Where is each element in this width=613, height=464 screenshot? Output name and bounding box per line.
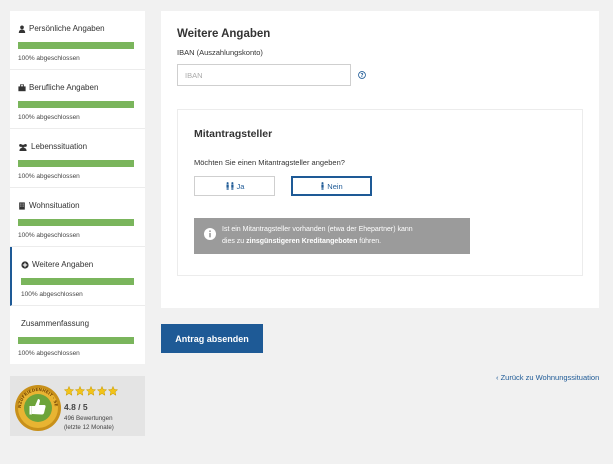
progress-bar <box>18 160 134 167</box>
briefcase-icon <box>18 83 26 91</box>
step-persoenliche-angaben[interactable]: Persönliche Angaben 100% abgeschlossen <box>10 11 145 70</box>
step-title: Persönliche Angaben <box>18 23 135 34</box>
iban-input[interactable] <box>177 64 351 86</box>
step-title: Wohnsituation <box>18 200 135 211</box>
page-title: Weitere Angaben <box>177 28 271 40</box>
star-icon <box>97 386 107 396</box>
progress-bar <box>21 278 134 285</box>
rating-count: 496 Bewertungen <box>64 415 113 422</box>
progress-bar <box>18 219 134 226</box>
star-icon <box>86 386 96 396</box>
coapplicant-yes-button[interactable]: Ja <box>194 176 275 196</box>
info-text-line2: dies zu zinsgünstigeren Kreditangeboten … <box>222 238 382 245</box>
building-icon <box>19 201 25 210</box>
customer-rating-widget[interactable]: KUNDENZUFRIEDENHEIT · SEHR GUT 4.8 / 5 4… <box>10 376 145 436</box>
progress-bar <box>18 42 134 49</box>
step-status: 100% abgeschlossen <box>18 350 80 357</box>
form-card: Weitere Angaben IBAN (Auszahlungskonto) … <box>161 11 599 308</box>
step-status: 100% abgeschlossen <box>18 232 80 239</box>
info-icon <box>204 228 216 240</box>
star-icon <box>108 386 118 396</box>
coapplicant-no-button[interactable]: Nein <box>291 176 372 196</box>
plus-circle-icon <box>21 260 29 269</box>
rating-period: (letzte 12 Monate) <box>64 424 114 431</box>
info-text-line1: Ist ein Mitantragsteller vorhanden (etwa… <box>222 226 413 233</box>
step-label: Wohnsituation <box>29 201 80 210</box>
users-icon <box>19 143 27 151</box>
person-icon <box>321 182 324 190</box>
step-zusammenfassung[interactable]: Zusammenfassung 100% abgeschlossen <box>10 306 145 365</box>
step-wohnsituation[interactable]: Wohnsituation 100% abgeschlossen <box>10 188 145 247</box>
star-rating <box>64 386 118 396</box>
step-berufliche-angaben[interactable]: Berufliche Angaben 100% abgeschlossen <box>10 70 145 129</box>
customer-satisfaction-seal-icon: KUNDENZUFRIEDENHEIT · SEHR GUT <box>14 384 61 431</box>
step-status: 100% abgeschlossen <box>18 173 80 180</box>
coapplicant-section: Mitantragsteller Möchten Sie einen Mitan… <box>177 109 583 276</box>
step-label: Lebenssituation <box>31 142 88 151</box>
progress-sidebar: Persönliche Angaben 100% abgeschlossen B… <box>10 11 145 364</box>
svg-text:?: ? <box>360 73 363 79</box>
step-title: Zusammenfassung <box>18 318 135 329</box>
star-icon <box>64 386 74 396</box>
step-lebenssituation[interactable]: Lebenssituation 100% abgeschlossen <box>10 129 145 188</box>
iban-label: IBAN (Auszahlungskonto) <box>177 48 263 57</box>
info-highlight: zinsgünstigeren Kreditangeboten <box>246 238 358 245</box>
info-notice: Ist ein Mitantragsteller vorhanden (etwa… <box>194 218 470 254</box>
step-status: 100% abgeschlossen <box>18 55 80 62</box>
section-title: Mitantragsteller <box>194 128 273 140</box>
step-status: 100% abgeschlossen <box>21 291 83 298</box>
back-link[interactable]: ‹ Zurück zu Wohnungssituation <box>496 373 599 382</box>
option-label: Ja <box>236 181 245 191</box>
step-title: Weitere Angaben <box>21 259 135 270</box>
star-icon <box>75 386 85 396</box>
step-label: Persönliche Angaben <box>29 24 105 33</box>
user-icon <box>18 25 26 33</box>
coapplicant-question: Möchten Sie einen Mitantragsteller angeb… <box>194 158 345 167</box>
couple-icon <box>226 182 234 190</box>
step-weitere-angaben[interactable]: Weitere Angaben 100% abgeschlossen <box>10 247 145 306</box>
progress-bar <box>18 337 134 344</box>
rating-score: 4.8 / 5 <box>64 402 88 412</box>
submit-application-button[interactable]: Antrag absenden <box>161 324 263 353</box>
step-label: Weitere Angaben <box>32 260 94 269</box>
help-icon[interactable]: ? <box>358 71 366 79</box>
step-label: Zusammenfassung <box>21 319 90 328</box>
step-status: 100% abgeschlossen <box>18 114 80 121</box>
step-title: Lebenssituation <box>18 141 135 152</box>
step-label: Berufliche Angaben <box>29 83 99 92</box>
option-label: Nein <box>327 181 343 191</box>
step-title: Berufliche Angaben <box>18 82 135 93</box>
progress-bar <box>18 101 134 108</box>
